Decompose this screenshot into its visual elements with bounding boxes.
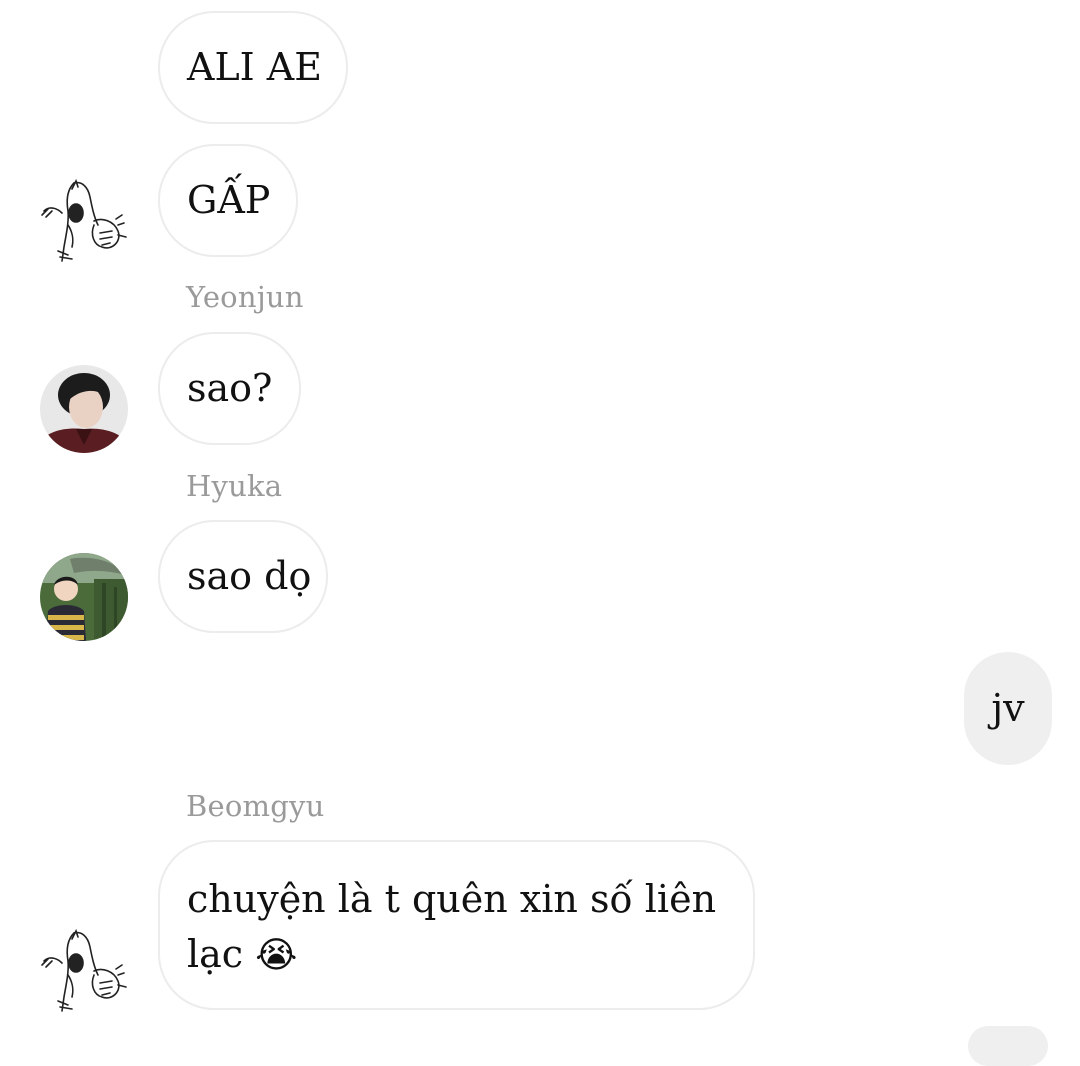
message-bubble[interactable]: ALI AE [158,11,348,124]
loudly-crying-emoji-icon: 😭 [255,935,298,977]
message-text: sao dọ [187,553,312,598]
sender-name: Hyuka [186,469,283,503]
message-text: ALI AE [187,44,322,89]
my-message-bubble[interactable]: jv [964,652,1052,765]
message-bubble[interactable]: chuyện là t quên xin số liên lạc 😭 [158,840,755,1010]
sketch-avatar-icon[interactable] [38,925,128,1017]
sender-name: Yeonjun [186,280,304,314]
message-text: chuyện là t quên xin số liên lạc 😭 [187,872,725,982]
hyuka-avatar[interactable] [40,553,128,641]
next-message-bubble-partial [968,1026,1048,1066]
message-text: GẤP [187,177,271,222]
message-bubble[interactable]: GẤP [158,144,298,257]
sender-name: Beomgyu [186,789,325,823]
yeonjun-avatar[interactable] [40,365,128,453]
message-text: sao? [187,365,273,410]
message-text: jv [991,685,1025,730]
sketch-avatar-icon[interactable] [38,175,128,267]
message-bubble[interactable]: sao dọ [158,520,328,633]
message-bubble[interactable]: sao? [158,332,301,445]
